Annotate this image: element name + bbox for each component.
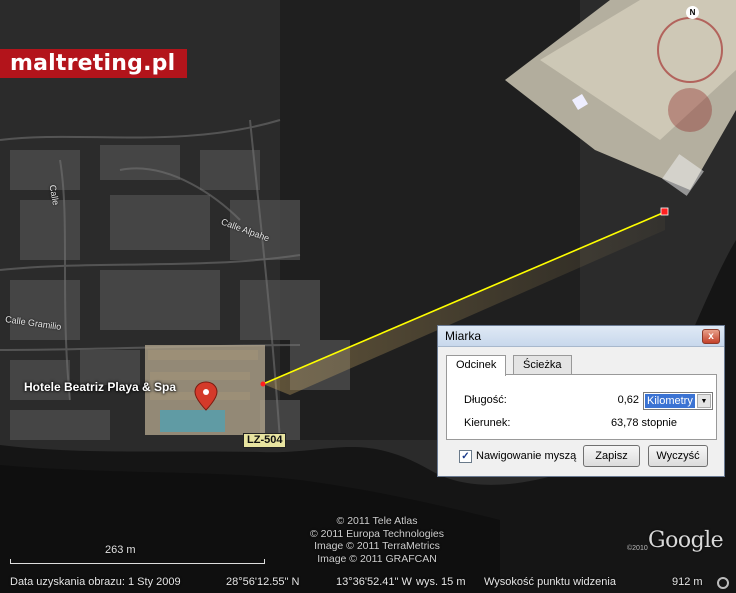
chevron-down-icon[interactable]: ▼ (697, 394, 711, 408)
status-bar: Data uzyskania obrazu: 1 Sty 2009 28°56'… (0, 574, 736, 593)
latitude: 28°56'12.55" N (226, 576, 300, 588)
mouse-navigation-label[interactable]: Nawigowanie myszą (476, 450, 576, 462)
unit-selected-value: Kilometry (645, 394, 695, 408)
eye-altitude-value: 912 m (672, 576, 703, 588)
dialog-title: Miarka (445, 329, 482, 343)
north-compass-icon[interactable]: N (686, 6, 699, 19)
imagery-copyright: © 2011 Tele Atlas © 2011 Europa Technolo… (282, 515, 472, 565)
brand-watermark: maltreting.pl (0, 49, 187, 78)
heading-label: Kierunek: (464, 417, 511, 429)
copyright-line: Image © 2011 GRAFCAN (317, 552, 437, 565)
heading-value: 63,78 stopnie (610, 417, 677, 429)
logo-year: ©2010 (627, 545, 648, 552)
ruler-dialog: Miarka x Odcinek Ścieżka Długość: 0,62 K… (437, 325, 725, 477)
road-number-badge: LZ-504 (243, 433, 287, 448)
scale-bar-line (10, 559, 265, 564)
tab-path[interactable]: Ścieżka (513, 355, 572, 375)
elevation: wys. 15 m (416, 576, 466, 588)
measure-start-point (260, 381, 266, 387)
measure-end-point (660, 207, 669, 216)
google-logo: Google (648, 528, 724, 553)
line-tab-panel: Długość: 0,62 Kilometry ▼ Kierunek: 63,7… (446, 374, 717, 440)
unit-select[interactable]: Kilometry ▼ (643, 392, 713, 410)
satellite-imagery (0, 0, 736, 593)
satellite-map[interactable]: maltreting.pl N Hotele Beatriz Playa & S… (0, 0, 736, 593)
streaming-status-icon (717, 577, 729, 589)
copyright-line: Image © 2011 TerraMetrics (314, 540, 440, 552)
dialog-titlebar[interactable]: Miarka x (438, 326, 724, 347)
scale-label: 263 m (105, 544, 136, 556)
eye-altitude-label: Wysokość punktu widzenia (484, 576, 616, 588)
copyright-line: © 2011 Europa Technologies (309, 527, 445, 540)
imagery-date: Data uzyskania obrazu: 1 Sty 2009 (10, 576, 181, 588)
close-icon[interactable]: x (702, 329, 720, 344)
clear-button[interactable]: Wyczyść (648, 445, 708, 467)
save-button[interactable]: Zapisz (583, 445, 640, 467)
length-value: 0,62 (617, 394, 639, 406)
scale-bar: 263 m (10, 544, 270, 564)
hotel-place-label[interactable]: Hotele Beatriz Playa & Spa (24, 380, 176, 394)
longitude: 13°36'52.41" W (336, 576, 412, 588)
length-label: Długość: (464, 394, 507, 406)
copyright-line: © 2011 Tele Atlas (336, 515, 418, 527)
tab-line[interactable]: Odcinek (446, 355, 507, 376)
mouse-navigation-checkbox[interactable]: ✓ (459, 450, 472, 463)
